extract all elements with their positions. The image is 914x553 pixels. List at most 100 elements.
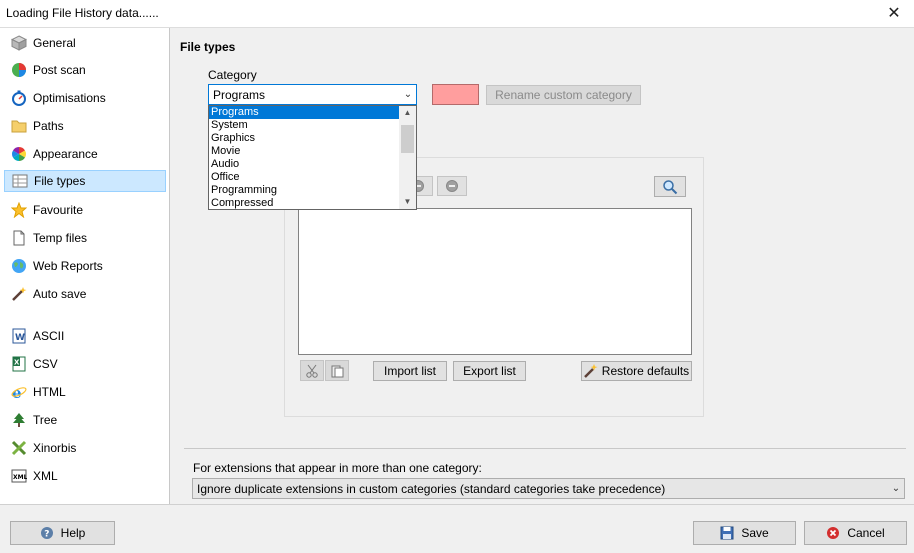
sidebar: General Post scan Optimisations Paths Ap… (0, 28, 170, 504)
category-select[interactable]: Programs ⌄ (208, 84, 417, 105)
sidebar-item-label: Post scan (33, 63, 86, 77)
pie-chart-icon (11, 62, 27, 78)
sidebar-item-xml[interactable]: XML XML (4, 466, 166, 486)
title-bar: Loading File History data...... ✕ (0, 0, 914, 28)
sidebar-item-file-types[interactable]: File types (4, 170, 166, 192)
window-title: Loading File History data...... (6, 6, 159, 20)
extensions-list[interactable] (298, 208, 692, 355)
close-window-button[interactable]: ✕ (874, 0, 914, 28)
internet-explorer-icon: e (11, 384, 27, 400)
help-button[interactable]: ? Help (10, 521, 115, 545)
section-title: File types (180, 40, 236, 54)
sidebar-item-temp-files[interactable]: Temp files (4, 228, 166, 248)
scroll-up-icon[interactable]: ▲ (399, 106, 416, 120)
svg-text:XML: XML (13, 474, 27, 481)
excel-icon: X (11, 356, 27, 372)
save-button[interactable]: Save (693, 521, 796, 545)
category-option[interactable]: Compressed (209, 197, 399, 209)
category-option[interactable]: Programming (209, 184, 399, 197)
xml-icon: XML (11, 468, 27, 484)
sidebar-item-label: Paths (33, 119, 64, 133)
cancel-icon (826, 526, 840, 540)
magic-wand-icon (583, 364, 598, 378)
floppy-disk-icon (720, 526, 734, 540)
table-icon (12, 173, 28, 189)
star-icon (11, 202, 27, 218)
sidebar-item-label: General (33, 36, 76, 50)
dropdown-scrollbar[interactable]: ▲ ▼ (399, 106, 416, 209)
divider (184, 448, 906, 449)
magnifier-icon (663, 179, 678, 194)
globe-icon (11, 258, 27, 274)
help-icon: ? (40, 526, 54, 540)
category-option[interactable]: Graphics (209, 132, 399, 145)
word-doc-icon: W (11, 328, 27, 344)
sidebar-item-general[interactable]: General (4, 33, 166, 53)
sidebar-item-ascii[interactable]: W ASCII (4, 326, 166, 346)
scissors-icon (306, 364, 318, 378)
category-option[interactable]: Office (209, 171, 399, 184)
document-icon (11, 230, 27, 246)
sidebar-item-appearance[interactable]: Appearance (4, 144, 166, 164)
sidebar-item-optimisations[interactable]: Optimisations (4, 88, 166, 108)
scroll-thumb[interactable] (401, 125, 414, 153)
paste-button[interactable] (325, 360, 349, 381)
duplicate-handling-value: Ignore duplicate extensions in custom ca… (197, 481, 666, 496)
rename-category-button[interactable]: Rename custom category (486, 85, 641, 105)
svg-text:W: W (15, 333, 25, 343)
footer-bar: ? Help Save Cancel (0, 504, 914, 553)
category-option[interactable]: Programs (209, 106, 399, 119)
sidebar-item-label: HTML (33, 385, 66, 399)
sidebar-item-paths[interactable]: Paths (4, 116, 166, 136)
sidebar-item-web-reports[interactable]: Web Reports (4, 256, 166, 276)
sidebar-item-label: Temp files (33, 231, 88, 245)
cancel-button[interactable]: Cancel (804, 521, 907, 545)
scroll-down-icon[interactable]: ▼ (399, 195, 416, 209)
minus-circle-icon (446, 180, 458, 192)
category-option[interactable]: Movie (209, 145, 399, 158)
magic-wand-icon (11, 286, 27, 302)
chevron-down-icon: ⌄ (403, 89, 413, 100)
svg-text:X: X (14, 359, 20, 367)
search-button[interactable] (654, 176, 686, 197)
category-select-value: Programs (213, 87, 266, 102)
category-option[interactable]: Audio (209, 158, 399, 171)
category-color-swatch[interactable] (432, 84, 479, 105)
sidebar-item-csv[interactable]: X CSV (4, 354, 166, 374)
chevron-down-icon: ⌄ (891, 483, 901, 494)
sidebar-item-label: Favourite (33, 203, 84, 217)
sidebar-item-label: File types (34, 174, 86, 188)
sidebar-item-label: Appearance (33, 147, 98, 161)
remove-all-button[interactable] (437, 176, 467, 196)
duplicate-handling-select[interactable]: Ignore duplicate extensions in custom ca… (192, 478, 905, 499)
stopwatch-icon (11, 90, 27, 106)
cube-icon (11, 35, 27, 51)
category-dropdown-list[interactable]: Programs System Graphics Movie Audio Off… (208, 105, 417, 210)
sidebar-item-auto-save[interactable]: Auto save (4, 284, 166, 304)
sidebar-item-label: XML (33, 469, 58, 483)
restore-defaults-button[interactable]: Restore defaults (581, 361, 692, 381)
category-option[interactable]: System (209, 119, 399, 132)
sidebar-item-label: Tree (33, 413, 58, 427)
export-list-button[interactable]: Export list (453, 361, 526, 381)
tree-icon (11, 412, 27, 428)
sidebar-item-label: Auto save (33, 287, 87, 301)
sidebar-item-label: Web Reports (33, 259, 103, 273)
category-label: Category (208, 68, 257, 82)
svg-text:?: ? (44, 530, 49, 540)
sidebar-item-label: CSV (33, 357, 58, 371)
sidebar-item-html[interactable]: e HTML (4, 382, 166, 402)
sidebar-item-label: Optimisations (33, 91, 106, 105)
xinorbis-icon (11, 440, 27, 456)
cut-button[interactable] (300, 360, 324, 381)
sidebar-item-label: ASCII (33, 329, 65, 343)
help-label: Help (60, 526, 86, 540)
sidebar-item-post-scan[interactable]: Post scan (4, 60, 166, 80)
folder-icon (11, 118, 27, 134)
color-wheel-icon (11, 146, 27, 162)
restore-defaults-label: Restore defaults (601, 364, 690, 378)
sidebar-item-tree[interactable]: Tree (4, 410, 166, 430)
import-list-button[interactable]: Import list (373, 361, 447, 381)
sidebar-item-xinorbis[interactable]: Xinorbis (4, 438, 166, 458)
sidebar-item-favourite[interactable]: Favourite (4, 200, 166, 220)
